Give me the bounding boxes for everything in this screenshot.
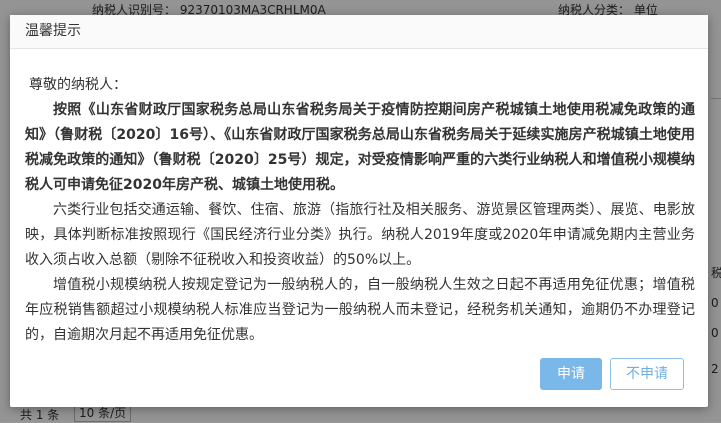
notice-dialog: 温馨提示 尊敬的纳税人： 按照《山东省财政厅国家税务总局山东省税务局关于疫情防控…: [10, 15, 708, 407]
policy-paragraph: 按照《山东省财政厅国家税务总局山东省税务局关于疫情防控期间房产税城镇土地使用税减…: [25, 102, 695, 193]
dialog-title: 温馨提示: [10, 15, 708, 49]
greeting-text: 尊敬的纳税人：: [29, 77, 127, 93]
dialog-body: 尊敬的纳税人： 按照《山东省财政厅国家税务总局山东省税务局关于疫情防控期间房产税…: [25, 73, 695, 348]
vat-paragraph: 增值税小规模纳税人按规定登记为一般纳税人的，自一般纳税人生效之日起不再适用免征优…: [25, 277, 695, 343]
apply-button[interactable]: 申请: [540, 358, 602, 390]
industry-paragraph: 六类行业包括交通运输、餐饮、住宿、旅游（指旅行社及相关服务、游览景区管理两类）、…: [25, 202, 695, 268]
decline-button[interactable]: 不申请: [610, 358, 684, 390]
